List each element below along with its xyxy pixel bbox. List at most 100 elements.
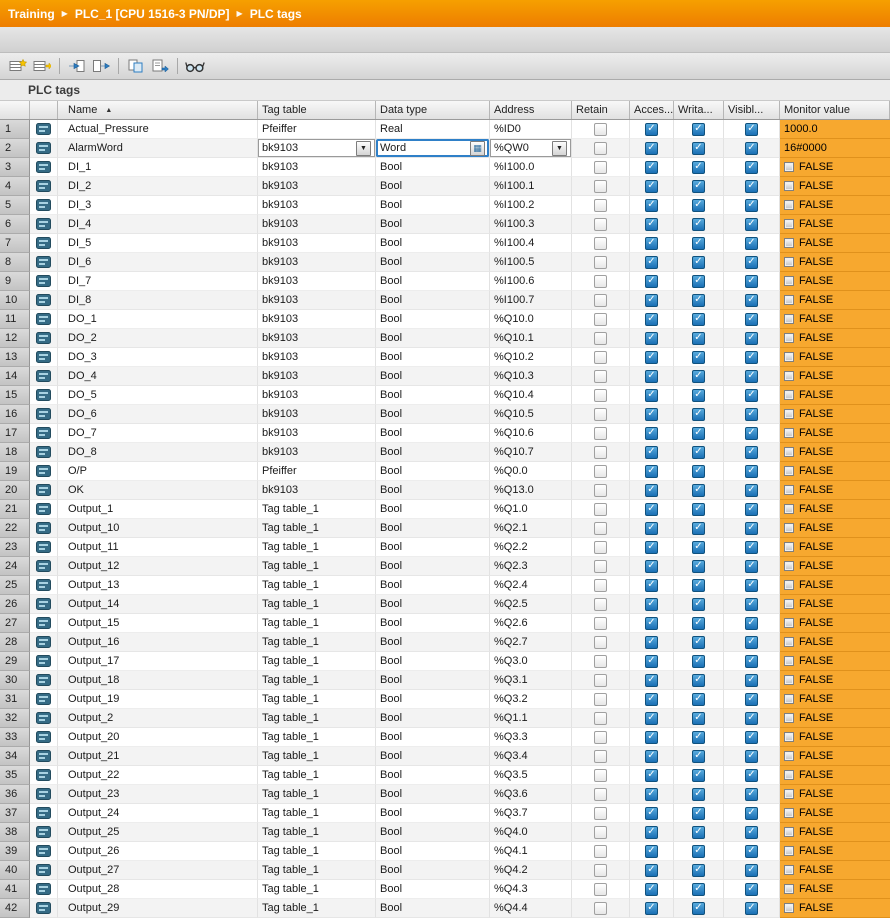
visible-cell[interactable] [724,253,780,272]
tag-table-cell[interactable]: Pfeiffer ▼ [258,462,376,481]
visible-cell[interactable] [724,367,780,386]
accessible-checkbox[interactable] [645,217,658,231]
retain-checkbox[interactable] [594,217,607,231]
tag-table-dropdown-button[interactable]: ▼ [356,140,371,156]
visible-cell[interactable] [724,196,780,215]
data-type-cell[interactable]: Bool ▦ [376,747,490,766]
row-number[interactable]: 33 [0,728,30,747]
visible-checkbox[interactable] [745,844,758,858]
accessible-checkbox[interactable] [645,350,658,364]
visible-cell[interactable] [724,500,780,519]
retain-checkbox[interactable] [594,559,607,573]
accessible-cell[interactable] [630,158,674,177]
visible-checkbox[interactable] [745,635,758,649]
tag-name-cell[interactable]: Output_22 [58,766,258,785]
tag-name-cell[interactable]: DI_5 [58,234,258,253]
retain-checkbox[interactable] [594,502,607,516]
data-type-cell[interactable]: Bool ▦ [376,500,490,519]
accessible-checkbox[interactable] [645,616,658,630]
tag-table-cell[interactable]: Tag table_1 ▼ [258,557,376,576]
tag-name-cell[interactable]: DI_4 [58,215,258,234]
writable-checkbox[interactable] [692,369,705,383]
data-type-cell[interactable]: Bool ▦ [376,557,490,576]
visible-cell[interactable] [724,234,780,253]
visible-cell[interactable] [724,709,780,728]
visible-checkbox[interactable] [745,521,758,535]
tag-table-cell[interactable]: Tag table_1 ▼ [258,842,376,861]
table-row[interactable]: 2 AlarmWord bk9103 ▼ Word ▦ %QW0 ▼ ✓ ✓ ✓… [0,139,890,158]
address-cell[interactable]: %Q2.7 ▼ [490,633,572,652]
address-cell[interactable]: %Q10.7 ▼ [490,443,572,462]
visible-cell[interactable] [724,595,780,614]
retain-cell[interactable] [572,576,630,595]
writable-cell[interactable] [674,234,724,253]
row-number[interactable]: 34 [0,747,30,766]
accessible-cell[interactable] [630,538,674,557]
address-cell[interactable]: %I100.0 ▼ [490,158,572,177]
tag-table-cell[interactable]: bk9103 ▼ [258,215,376,234]
tag-table-cell[interactable]: Tag table_1 ▼ [258,804,376,823]
visible-checkbox[interactable] [745,768,758,782]
accessible-cell[interactable] [630,690,674,709]
visible-checkbox[interactable] [745,293,758,307]
tag-name-cell[interactable]: Output_13 [58,576,258,595]
tag-name-cell[interactable]: DO_7 [58,424,258,443]
visible-checkbox[interactable] [745,806,758,820]
table-row[interactable]: 38 Output_25 Tag table_1 ▼ Bool ▦ %Q4.0 … [0,823,890,842]
writable-cell[interactable] [674,747,724,766]
visible-cell[interactable] [724,842,780,861]
retain-checkbox[interactable] [594,825,607,839]
writable-checkbox[interactable] [692,730,705,744]
visible-checkbox[interactable] [745,901,758,915]
tag-name-cell[interactable]: O/P [58,462,258,481]
accessible-cell[interactable] [630,671,674,690]
accessible-checkbox[interactable] [645,274,658,288]
accessible-checkbox[interactable] [645,445,658,459]
visible-checkbox[interactable] [745,388,758,402]
retain-cell[interactable] [572,291,630,310]
writable-checkbox[interactable] [692,597,705,611]
table-row[interactable]: 7 DI_5 bk9103 ▼ Bool ▦ %I100.4 ▼ [0,234,890,253]
tag-name-cell[interactable]: DO_4 [58,367,258,386]
address-cell[interactable]: %Q0.0 ▼ [490,462,572,481]
accessible-cell[interactable] [630,424,674,443]
tag-name-cell[interactable]: OK [58,481,258,500]
row-number[interactable]: 41 [0,880,30,899]
visible-checkbox[interactable] [745,198,758,212]
accessible-checkbox[interactable] [645,198,658,212]
data-type-cell[interactable]: Bool ▦ [376,481,490,500]
data-type-cell[interactable]: Word ▦ [376,139,490,158]
address-cell[interactable]: %Q4.0 ▼ [490,823,572,842]
retain-cell[interactable] [572,633,630,652]
table-row[interactable]: 8 DI_6 bk9103 ▼ Bool ▦ %I100.5 ▼ [0,253,890,272]
writable-checkbox[interactable] [692,331,705,345]
accessible-checkbox[interactable] [645,825,658,839]
data-type-cell[interactable]: Bool ▦ [376,576,490,595]
address-cell[interactable]: %Q3.5 ▼ [490,766,572,785]
visible-cell[interactable] [724,177,780,196]
tag-table-cell[interactable]: bk9103 ▼ [258,310,376,329]
data-type-cell[interactable]: Bool ▦ [376,880,490,899]
accessible-cell[interactable] [630,348,674,367]
add-row-button[interactable] [30,55,54,77]
row-number[interactable]: 32 [0,709,30,728]
address-cell[interactable]: %Q3.0 ▼ [490,652,572,671]
writable-checkbox[interactable] [692,407,705,421]
tag-table-cell[interactable]: Tag table_1 ▼ [258,671,376,690]
row-number[interactable]: 4 [0,177,30,196]
tag-table-cell[interactable]: bk9103 ▼ [258,329,376,348]
accessible-cell[interactable] [630,253,674,272]
data-type-cell[interactable]: Bool ▦ [376,899,490,918]
table-row[interactable]: 34 Output_21 Tag table_1 ▼ Bool ▦ %Q3.4 … [0,747,890,766]
retain-checkbox[interactable] [594,692,607,706]
retain-checkbox[interactable] [594,331,607,345]
data-type-cell[interactable]: Bool ▦ [376,614,490,633]
address-cell[interactable]: %Q4.4 ▼ [490,899,572,918]
address-cell[interactable]: %Q2.3 ▼ [490,557,572,576]
accessible-checkbox[interactable] [645,255,658,269]
tag-table-cell[interactable]: Tag table_1 ▼ [258,690,376,709]
writable-cell[interactable] [674,861,724,880]
address-cell[interactable]: %Q1.1 ▼ [490,709,572,728]
visible-checkbox[interactable] [745,255,758,269]
tag-name-cell[interactable]: Output_29 [58,899,258,918]
